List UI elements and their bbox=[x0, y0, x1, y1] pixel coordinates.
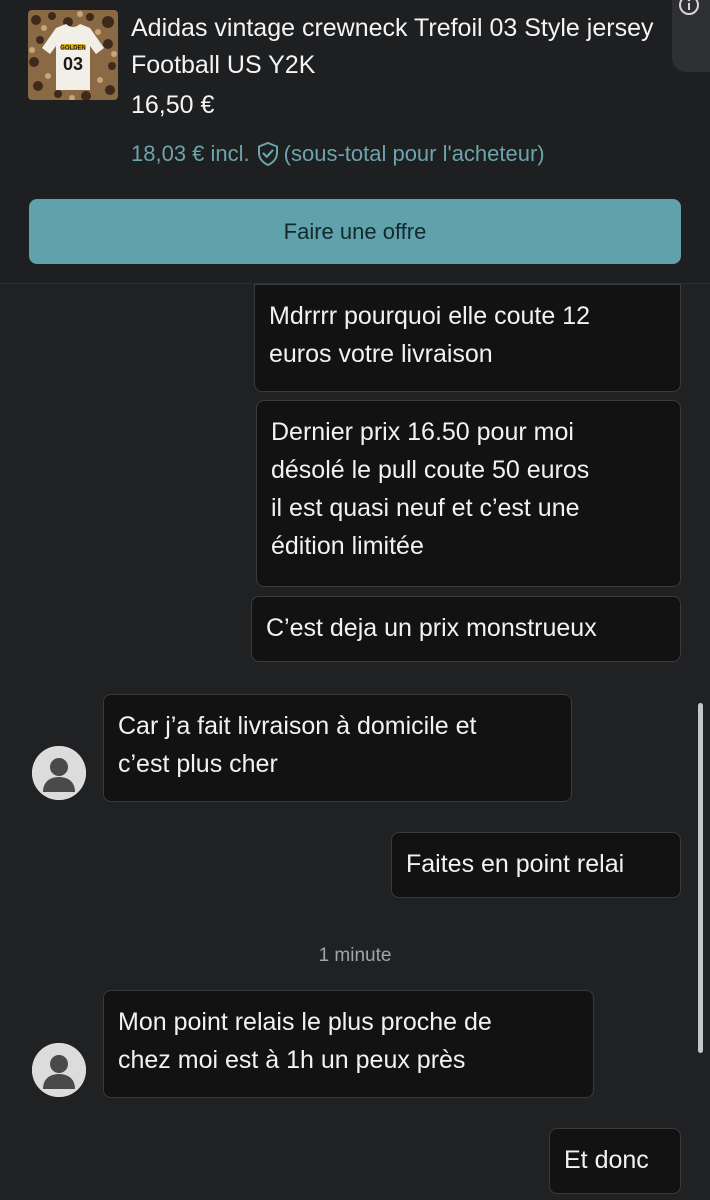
user-avatar-icon[interactable] bbox=[32, 1043, 86, 1097]
message-bubble-sent[interactable]: C’est deja un prix monstrueux bbox=[251, 596, 681, 662]
info-icon bbox=[679, 0, 699, 15]
conversation-screen: GOLDEN 03 Adidas vintage crewneck Trefoi… bbox=[0, 0, 710, 1200]
sweatshirt-image: GOLDEN 03 bbox=[28, 10, 118, 100]
product-thumbnail[interactable]: GOLDEN 03 bbox=[28, 10, 118, 100]
message-bubble-sent[interactable]: Mdrrrr pourquoi elle coute 12 euros votr… bbox=[254, 284, 681, 392]
message-bubble-sent[interactable]: Et donc bbox=[549, 1128, 681, 1194]
message-bubble-sent[interactable]: Dernier prix 16.50 pour moi désolé le pu… bbox=[256, 400, 681, 587]
make-offer-button[interactable]: Faire une offre bbox=[29, 199, 681, 264]
shield-check-icon bbox=[256, 141, 280, 167]
message-timestamp: 1 minute bbox=[318, 945, 392, 966]
message-bubble-sent[interactable]: Faites en point relai bbox=[391, 832, 681, 898]
price-incl-value: 18,03 € incl. bbox=[131, 141, 250, 166]
product-title[interactable]: Adidas vintage crewneck Trefoil 03 Style… bbox=[131, 10, 671, 84]
price-incl-note: (sous-total pour l'acheteur) bbox=[283, 141, 545, 166]
message-bubble-received[interactable]: Car j’a fait livraison à domicile et c’e… bbox=[103, 694, 572, 802]
thumb-text-number: 03 bbox=[63, 54, 83, 74]
item-header: GOLDEN 03 Adidas vintage crewneck Trefoi… bbox=[0, 0, 710, 284]
chat-scrollbar[interactable] bbox=[698, 703, 703, 1053]
user-avatar-icon[interactable] bbox=[32, 746, 86, 800]
price-with-protection[interactable]: 18,03 € incl. (sous-total pour l'acheteu… bbox=[131, 138, 545, 170]
thumb-text-top: GOLDEN bbox=[60, 46, 86, 52]
message-bubble-received[interactable]: Mon point relais le plus proche de chez … bbox=[103, 990, 594, 1098]
product-price: 16,50 € bbox=[131, 91, 215, 119]
